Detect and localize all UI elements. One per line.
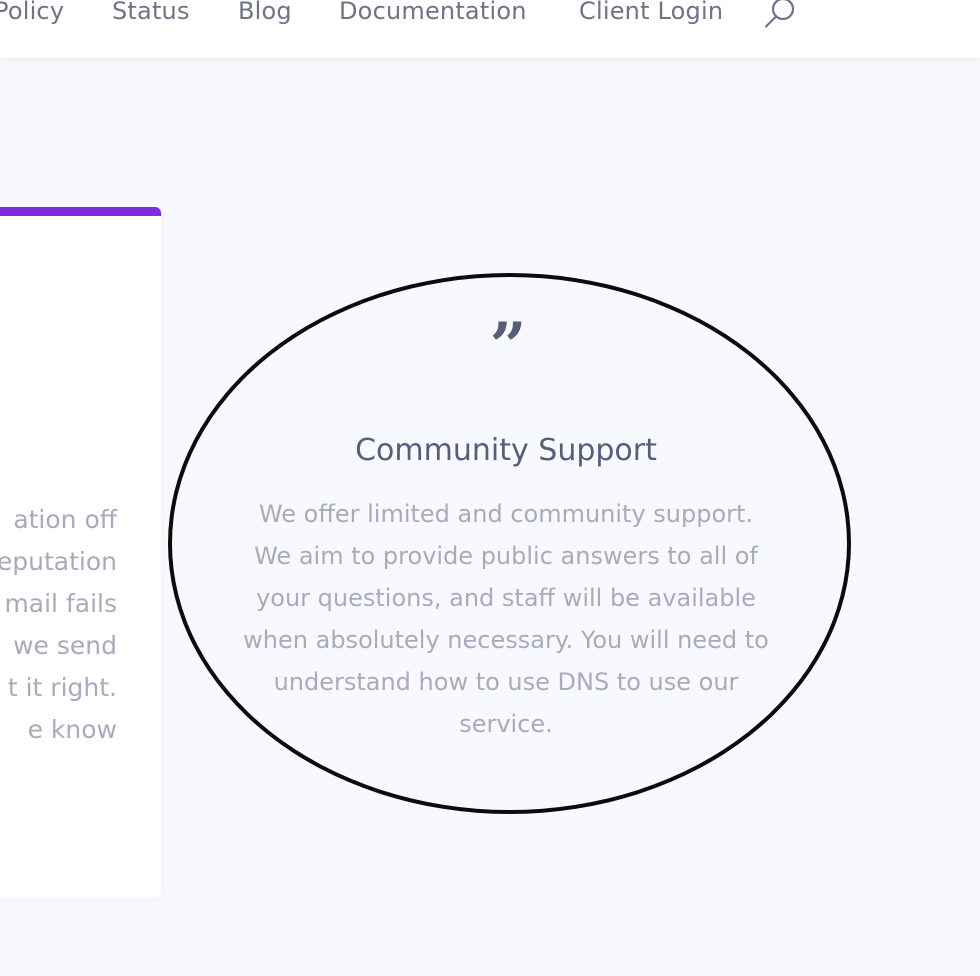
page: Policy Status Blog Documentation Client … [0, 0, 980, 976]
description-line: understand how to use DNS to use our [273, 668, 739, 696]
nav-item-policy[interactable]: Policy [0, 0, 64, 28]
community-support-title: Community Support [355, 433, 657, 468]
card-text-line: e know [27, 715, 117, 744]
search-button[interactable] [760, 0, 800, 32]
feature-card-left: ation off eputation mail fails we send t… [0, 207, 161, 897]
nav-item-documentation[interactable]: Documentation [339, 0, 527, 28]
card-text-line: eputation [0, 547, 117, 576]
description-line: We aim to provide public answers to all … [254, 542, 758, 570]
card-text-line: t it right. [7, 673, 117, 702]
description-line: when absolutely necessary. You will need… [243, 626, 769, 654]
community-support-description: We offer limited and community support. … [210, 493, 802, 745]
description-line: your questions, and staff will be availa… [256, 584, 756, 612]
search-icon [764, 0, 795, 28]
quote-icon: ” [489, 309, 527, 384]
card-text-line: ation off [13, 505, 117, 534]
card-accent-bar [0, 207, 161, 216]
nav-item-status[interactable]: Status [112, 0, 190, 28]
description-line: We offer limited and community support. [258, 500, 754, 528]
top-navigation: Policy Status Blog Documentation Client … [0, 0, 980, 58]
nav-item-client-login[interactable]: Client Login [579, 0, 723, 28]
description-line: service. [459, 710, 553, 738]
nav-item-blog[interactable]: Blog [238, 0, 292, 28]
card-text-line: mail fails [4, 589, 117, 618]
card-text-line: we send [13, 631, 117, 660]
